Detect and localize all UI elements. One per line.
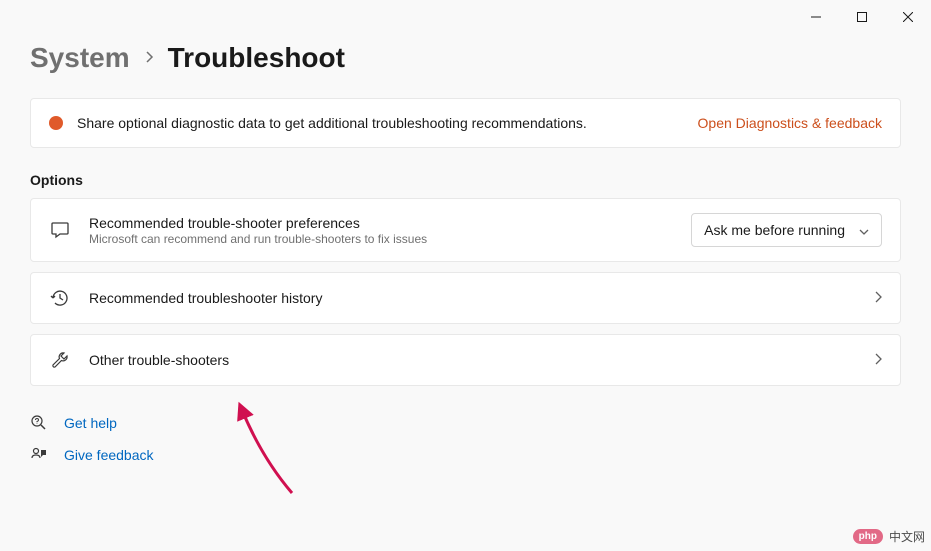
minimize-button[interactable]: [793, 2, 839, 32]
watermark-bubble: php: [853, 529, 883, 544]
feedback-icon: [30, 446, 48, 464]
close-icon: [903, 12, 913, 22]
preferences-dropdown[interactable]: Ask me before running: [691, 213, 882, 247]
comment-icon: [49, 219, 71, 241]
chevron-right-icon: [874, 352, 882, 368]
open-diagnostics-link[interactable]: Open Diagnostics & feedback: [698, 115, 882, 131]
give-feedback-link[interactable]: Give feedback: [30, 446, 901, 464]
other-troubleshooters-card[interactable]: Other trouble-shooters: [30, 334, 901, 386]
page-title: Troubleshoot: [168, 42, 345, 74]
footer-links: Get help Give feedback: [30, 414, 901, 464]
get-help-label: Get help: [64, 415, 117, 431]
chevron-down-icon: [859, 222, 869, 238]
preferences-subtitle: Microsoft can recommend and run trouble-…: [89, 232, 673, 246]
info-icon: [49, 116, 63, 130]
maximize-icon: [857, 12, 867, 22]
diagnostic-banner: Share optional diagnostic data to get ad…: [30, 98, 901, 148]
history-card[interactable]: Recommended troubleshooter history: [30, 272, 901, 324]
chevron-right-icon: [874, 290, 882, 306]
watermark-text: 中文网: [889, 528, 925, 545]
dropdown-value: Ask me before running: [704, 222, 845, 238]
help-icon: [30, 414, 48, 432]
banner-text: Share optional diagnostic data to get ad…: [77, 115, 684, 131]
wrench-icon: [49, 349, 71, 371]
chevron-right-icon: [144, 48, 154, 69]
maximize-button[interactable]: [839, 2, 885, 32]
options-heading: Options: [30, 172, 901, 188]
minimize-icon: [811, 12, 821, 22]
watermark: php 中文网: [853, 528, 925, 545]
breadcrumb: System Troubleshoot: [30, 42, 901, 74]
get-help-link[interactable]: Get help: [30, 414, 901, 432]
other-title: Other trouble-shooters: [89, 352, 856, 368]
history-title: Recommended troubleshooter history: [89, 290, 856, 306]
history-icon: [49, 287, 71, 309]
close-button[interactable]: [885, 2, 931, 32]
give-feedback-label: Give feedback: [64, 447, 154, 463]
breadcrumb-parent[interactable]: System: [30, 42, 130, 74]
window-controls: [0, 0, 931, 30]
preferences-title: Recommended trouble-shooter preferences: [89, 215, 673, 231]
preferences-card: Recommended trouble-shooter preferences …: [30, 198, 901, 262]
